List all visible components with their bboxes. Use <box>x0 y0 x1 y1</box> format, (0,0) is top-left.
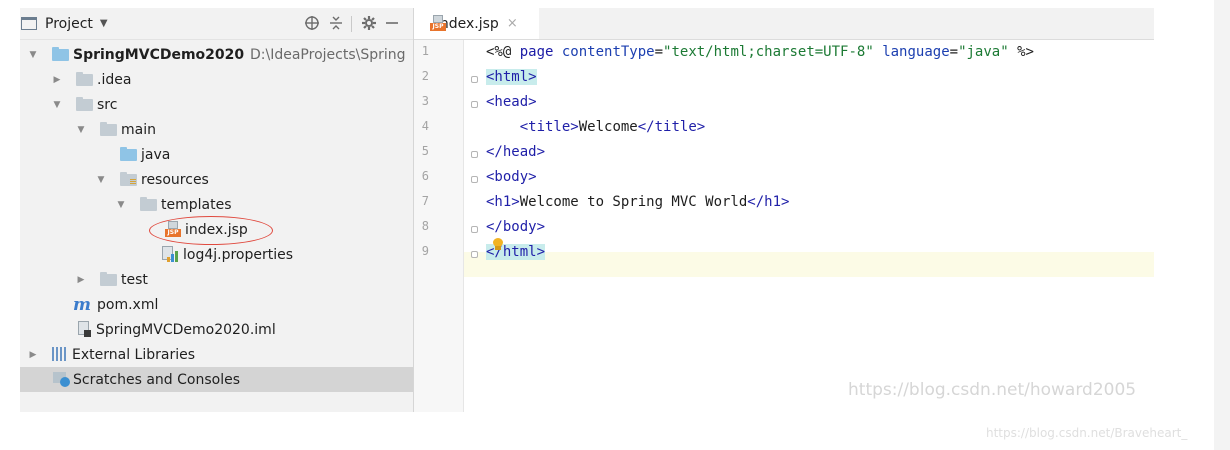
libraries-icon <box>52 347 66 361</box>
tab-index-jsp[interactable]: JSP index.jsp × <box>414 8 539 39</box>
code-line-5: </head> <box>486 144 546 160</box>
tree-node-pom-xml[interactable]: m pom.xml <box>20 292 413 317</box>
fold-marker-icon[interactable] <box>471 251 478 258</box>
line-number: 8 <box>421 219 429 233</box>
line-number: 2 <box>421 69 429 83</box>
chevron-down-icon: ▼ <box>99 18 108 29</box>
chevron-down-icon[interactable]: ▼ <box>116 200 126 210</box>
tree-node-label: templates <box>161 196 232 213</box>
line-number: 6 <box>421 169 429 183</box>
chevron-down-icon[interactable]: ▼ <box>76 125 86 135</box>
line-number: 4 <box>421 119 429 133</box>
line-number: 9 <box>421 244 429 258</box>
tree-node-src[interactable]: ▼ src <box>20 92 413 117</box>
project-view-icon <box>21 17 37 30</box>
line-number: 3 <box>421 94 429 108</box>
iml-file-icon <box>76 321 92 338</box>
watermark: https://blog.csdn.net/howard2005 <box>848 380 1137 400</box>
tree-node-external-libraries[interactable]: ▶ External Libraries <box>20 342 413 367</box>
properties-file-icon <box>161 246 178 263</box>
gear-icon[interactable] <box>360 14 378 32</box>
chevron-right-icon[interactable]: ▶ <box>52 75 62 85</box>
toolbar-separator <box>351 16 352 32</box>
line-number: 7 <box>421 194 429 208</box>
code-line-4: <title>Welcome</title> <box>519 119 706 135</box>
fold-marker-icon[interactable] <box>471 101 478 108</box>
tree-node-label: pom.xml <box>97 296 159 313</box>
intention-bulb-icon[interactable] <box>492 238 503 251</box>
scratches-icon <box>53 372 70 387</box>
tree-node-label: test <box>121 271 148 288</box>
project-view-label: Project <box>45 15 93 32</box>
tree-node-resources[interactable]: ▼ resources <box>20 167 413 192</box>
tree-node-label: Scratches and Consoles <box>73 371 240 388</box>
code-line-1: <%@ page contentType="text/html;charset=… <box>486 44 1034 60</box>
fold-marker-icon[interactable] <box>471 176 478 183</box>
tree-node-label: java <box>141 146 171 163</box>
tree-node-path: D:\IdeaProjects\Spring <box>250 46 406 63</box>
tree-node-test[interactable]: ▶ test <box>20 267 413 292</box>
tree-node-label: External Libraries <box>72 346 195 363</box>
locate-icon[interactable] <box>303 14 321 32</box>
fold-marker-icon[interactable] <box>471 226 478 233</box>
tree-node-idea[interactable]: ▶ .idea <box>20 67 413 92</box>
collapse-all-icon[interactable] <box>327 14 345 32</box>
code-editor[interactable]: 1 2 3 4 5 6 7 8 9 <%@ page contentType="… <box>414 40 1154 412</box>
resources-folder-icon <box>120 172 137 186</box>
code-line-8: </body> <box>486 219 546 235</box>
folder-icon <box>76 72 93 86</box>
module-folder-icon <box>52 47 69 61</box>
chevron-right-icon[interactable]: ▶ <box>28 350 38 360</box>
close-icon[interactable]: × <box>507 16 518 31</box>
editor-tab-bar: JSP index.jsp × <box>414 8 1154 40</box>
fold-marker-icon[interactable] <box>471 151 478 158</box>
project-tool-window: Project ▼ ▼ SpringMVCDemo2020 D:\IdeaPro… <box>20 8 414 412</box>
code-line-2: <html> <box>486 69 537 85</box>
tree-node-label: resources <box>141 171 209 188</box>
fold-marker-icon[interactable] <box>471 76 478 83</box>
tree-node-main[interactable]: ▼ main <box>20 117 413 142</box>
line-number: 1 <box>421 44 429 58</box>
tree-node-label: log4j.properties <box>183 246 294 263</box>
tree-node-java[interactable]: java <box>20 142 413 167</box>
project-panel-header: Project ▼ <box>20 8 413 40</box>
red-annotation-ellipse <box>149 216 273 245</box>
tree-node-label: main <box>121 121 156 138</box>
jsp-file-icon: JSP <box>430 15 446 32</box>
tree-node-iml[interactable]: SpringMVCDemo2020.iml <box>20 317 413 342</box>
chevron-down-icon[interactable]: ▼ <box>52 100 62 110</box>
tree-node-templates[interactable]: ▼ templates <box>20 192 413 217</box>
folder-icon <box>100 272 117 286</box>
tree-node-label: SpringMVCDemo2020.iml <box>96 321 276 338</box>
chevron-down-icon[interactable]: ▼ <box>28 50 38 60</box>
chevron-right-icon[interactable]: ▶ <box>76 275 86 285</box>
line-number-gutter: 1 2 3 4 5 6 7 8 9 <box>414 40 464 412</box>
tree-node-scratches[interactable]: Scratches and Consoles <box>20 367 413 392</box>
chevron-down-icon[interactable]: ▼ <box>96 175 106 185</box>
project-view-selector[interactable]: Project ▼ <box>21 8 108 39</box>
current-line-highlight <box>464 252 1154 277</box>
folder-icon <box>140 197 157 211</box>
folder-icon <box>76 97 93 111</box>
line-number: 5 <box>421 144 429 158</box>
watermark: https://blog.csdn.net/Braveheart_ <box>986 426 1188 440</box>
code-line-3: <head> <box>486 94 537 110</box>
hide-panel-icon[interactable] <box>383 14 401 32</box>
tree-node-label: .idea <box>97 71 132 88</box>
maven-icon: m <box>73 294 91 315</box>
tree-node-label: src <box>97 96 118 113</box>
source-folder-icon <box>120 147 137 161</box>
tree-node-project-root[interactable]: ▼ SpringMVCDemo2020 D:\IdeaProjects\Spri… <box>20 42 413 67</box>
scroll-edge <box>1214 0 1230 450</box>
folder-icon <box>100 122 117 136</box>
tree-node-label: SpringMVCDemo2020 <box>73 46 245 63</box>
tree-node-log4j-properties[interactable]: log4j.properties <box>20 242 413 267</box>
code-line-6: <body> <box>486 169 537 185</box>
code-line-7: <h1>Welcome to Spring MVC World</h1> <box>486 194 790 210</box>
